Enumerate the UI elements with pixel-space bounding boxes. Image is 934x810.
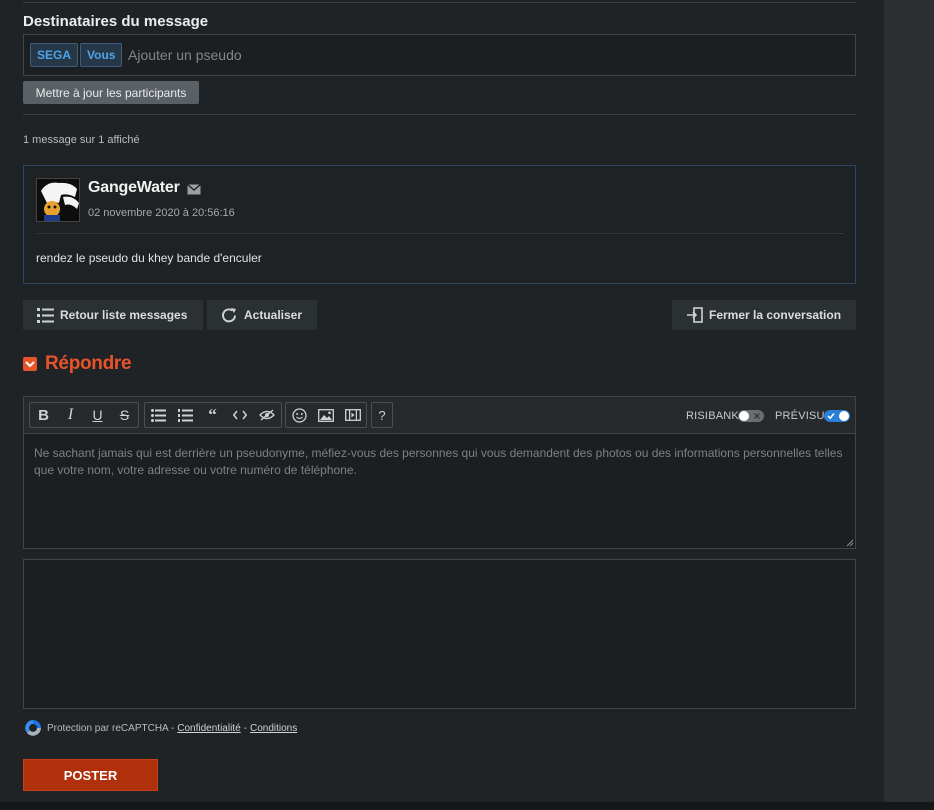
help-group: ? (371, 402, 393, 428)
close-label: Fermer la conversation (709, 308, 842, 322)
bold-icon[interactable]: B (30, 403, 57, 427)
preview-area (23, 559, 856, 709)
block-group: “ (144, 402, 282, 428)
bottom-gutter (0, 802, 934, 810)
back-label: Retour liste messages (60, 308, 188, 322)
underline-icon[interactable]: U (84, 403, 111, 427)
preview-label: PRÉVISU (775, 410, 825, 422)
risibank-toggle[interactable] (738, 410, 764, 422)
back-to-messages-button[interactable]: Retour liste messages (23, 300, 203, 330)
message-separator (36, 233, 843, 234)
reply-textarea[interactable] (24, 435, 855, 548)
recipients-title: Destinataires du message (23, 13, 209, 30)
message-author[interactable]: GangeWater (88, 179, 180, 197)
bullet-list-icon[interactable] (145, 403, 172, 427)
toggle-knob (839, 411, 849, 421)
close-conversation-button[interactable]: Fermer la conversation (672, 300, 856, 330)
reply-title: Répondre (45, 353, 132, 374)
mail-icon[interactable] (187, 182, 201, 195)
media-group (285, 402, 367, 428)
message-date: 02 novembre 2020 à 20:56:16 (88, 207, 235, 219)
resize-grip-icon[interactable] (846, 539, 854, 547)
help-icon[interactable]: ? (372, 403, 392, 427)
message-card: GangeWater 02 novembre 2020 à 20:56:16 r… (23, 165, 856, 284)
toggle-knob (739, 411, 749, 421)
recipient-tag[interactable]: SEGA (30, 43, 79, 67)
risibank-label: RISIBANK (686, 410, 739, 422)
list-icon (37, 307, 54, 323)
recaptcha-icon (25, 720, 41, 736)
image-icon[interactable] (313, 403, 340, 427)
captcha-separator: - (243, 722, 247, 734)
refresh-icon (222, 307, 236, 322)
smiley-icon[interactable] (286, 403, 313, 427)
divider (23, 114, 856, 115)
right-gutter (884, 0, 934, 810)
quote-icon[interactable]: “ (199, 403, 226, 427)
exit-door-icon (687, 307, 703, 323)
post-button[interactable]: POSTER (23, 759, 158, 791)
preview-toggle[interactable] (824, 410, 850, 422)
strikethrough-icon[interactable]: S (111, 403, 138, 427)
recaptcha-text: Protection par reCAPTCHA - (47, 722, 175, 734)
format-group: B I U S (29, 402, 139, 428)
reply-header[interactable]: Répondre (23, 353, 132, 375)
avatar[interactable] (36, 178, 80, 222)
privacy-link[interactable]: Confidentialité (177, 723, 240, 734)
refresh-button[interactable]: Actualiser (207, 300, 317, 330)
divider (23, 2, 856, 3)
terms-link[interactable]: Conditions (250, 723, 297, 734)
refresh-label: Actualiser (244, 308, 303, 322)
video-icon[interactable] (339, 403, 366, 427)
spoiler-icon[interactable] (253, 403, 280, 427)
numbered-list-icon[interactable] (172, 403, 199, 427)
recipient-tag[interactable]: Vous (80, 43, 123, 67)
reply-editor: B I U S “ ? RISIBANK PRÉVISU Ne sachant … (23, 396, 856, 549)
editor-toolbar: B I U S “ ? RISIBANK PRÉVISU (24, 397, 855, 434)
recipients-field[interactable]: SEGA Vous (23, 34, 856, 76)
italic-icon[interactable]: I (57, 403, 84, 427)
recaptcha-notice: Protection par reCAPTCHA - Confidentiali… (23, 719, 300, 737)
add-pseudo-input[interactable] (128, 44, 528, 66)
code-icon[interactable] (226, 403, 253, 427)
chevron-down-icon (23, 357, 37, 371)
update-participants-button[interactable]: Mettre à jour les participants (23, 81, 199, 104)
message-body: rendez le pseudo du khey bande d'enculer (36, 251, 262, 265)
message-count: 1 message sur 1 affiché (23, 134, 140, 146)
